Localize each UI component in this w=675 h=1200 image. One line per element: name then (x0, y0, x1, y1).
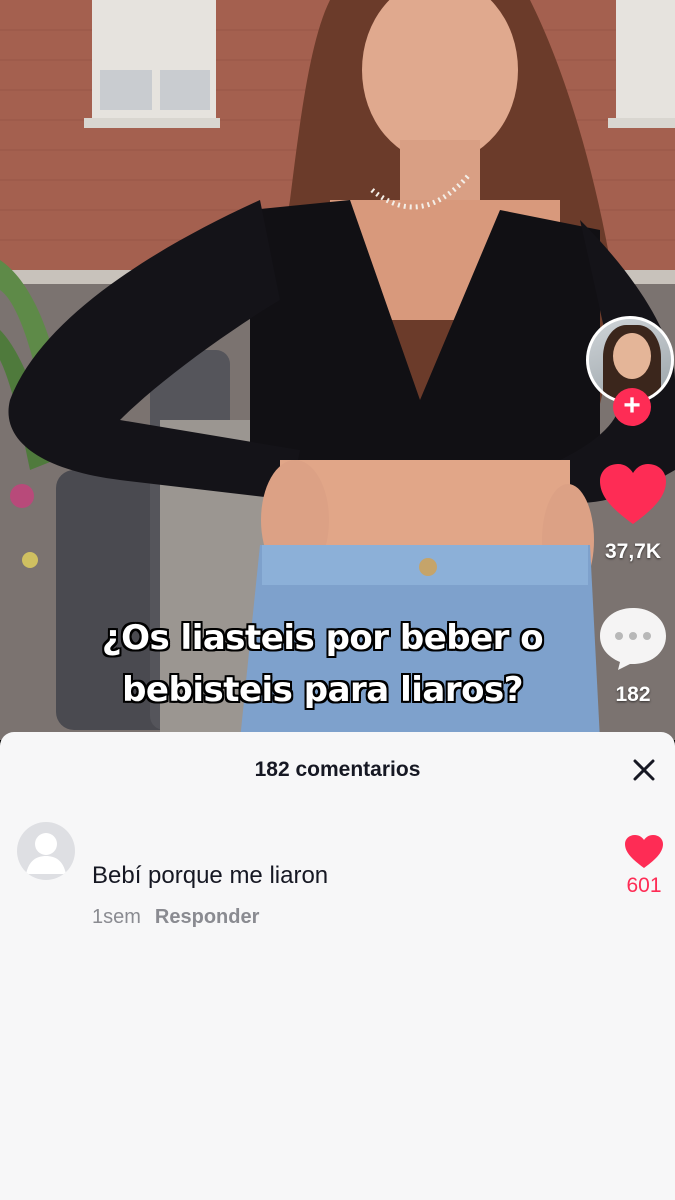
video-caption: ¿Os liasteis por beber o bebisteis para … (0, 612, 675, 716)
default-user-icon (26, 833, 66, 874)
video-player[interactable]: ¿Os liasteis por beber o bebisteis para … (0, 0, 675, 740)
comment-text: Bebí porque me liaron (92, 862, 329, 889)
caption-line-1: ¿Os liasteis por beber o (101, 618, 544, 658)
like-heart-icon[interactable] (598, 462, 668, 528)
like-count: 37,7K (604, 540, 662, 563)
comment-bubble-icon[interactable] (598, 604, 668, 670)
comment-count: 182 (615, 683, 651, 706)
comment-item: Bebí porque me liaron 1sem Responder 601 (0, 820, 675, 940)
follow-plus-icon[interactable]: + (613, 388, 651, 426)
close-icon[interactable] (630, 756, 658, 784)
comments-title: 182 comentarios (254, 758, 421, 781)
comment-meta: 1sem Responder (92, 906, 259, 929)
commenter-avatar-icon[interactable] (17, 822, 75, 880)
comment-time: 1sem (92, 906, 141, 928)
app-screen: ¿Os liasteis por beber o bebisteis para … (0, 0, 675, 1200)
reply-button[interactable]: Responder (155, 906, 259, 928)
caption-line-2: bebisteis para liaros? (122, 670, 523, 710)
comments-sheet: 182 comentarios Bebí porque me liaron 1s… (0, 732, 675, 1200)
comment-like-heart-icon[interactable] (624, 834, 664, 870)
comment-like-count: 601 (626, 874, 662, 897)
